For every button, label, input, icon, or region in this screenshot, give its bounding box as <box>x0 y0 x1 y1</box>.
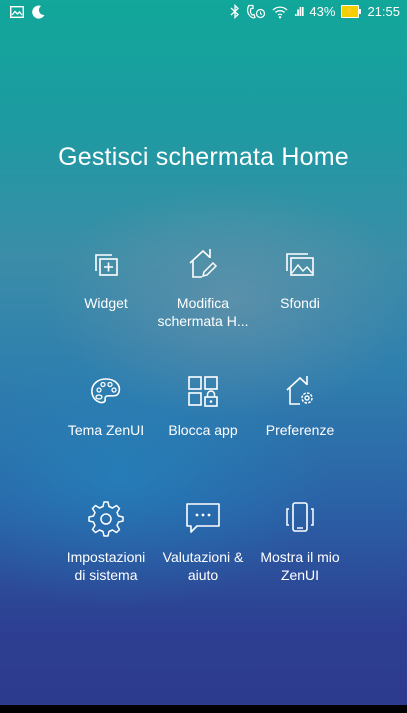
home-settings-icon <box>280 372 320 412</box>
preferences-button[interactable]: Preferenze <box>240 372 360 439</box>
phone-share-icon <box>280 499 320 539</box>
share-zenui-label: Mostra il mio ZenUI <box>260 549 340 583</box>
wallpaper-button[interactable]: Sfondi <box>240 245 360 312</box>
wallpaper-label: Sfondi <box>280 295 320 311</box>
battery-icon: ⚡ <box>341 5 362 18</box>
lock-apps-icon <box>183 372 223 412</box>
chat-bubble-icon <box>183 499 223 539</box>
bluetooth-icon <box>230 4 240 19</box>
palette-icon <box>86 372 126 412</box>
grid-row-1: Widget Modifica schermata H... Sfondi <box>0 245 407 365</box>
wallpaper-icon <box>280 245 320 285</box>
home-screen-manager: .ıll 43% ⚡ 21:55 Gestisci schermata Home… <box>0 0 407 713</box>
grid-row-2: Tema ZenUI Blocca app Preferenze <box>0 372 407 492</box>
grid-row-3: Impostazioni di sistema Valutazioni & ai… <box>0 499 407 619</box>
page-title: Gestisci schermata Home <box>58 143 349 171</box>
moon-icon <box>32 5 45 19</box>
widget-icon <box>86 245 126 285</box>
signal-icon: .ıll <box>294 4 304 19</box>
preferences-label: Preferenze <box>265 422 335 438</box>
share-zenui-button[interactable]: Mostra il mio ZenUI <box>240 499 360 584</box>
gear-icon <box>86 499 126 539</box>
clock: 21:55 <box>367 4 400 19</box>
alarm-call-icon <box>246 4 266 19</box>
edit-home-icon <box>183 245 223 285</box>
wifi-icon <box>272 5 288 19</box>
image-icon <box>10 6 24 18</box>
status-bar: .ıll 43% ⚡ 21:55 <box>0 0 407 26</box>
battery-percent: 43% <box>309 4 336 19</box>
